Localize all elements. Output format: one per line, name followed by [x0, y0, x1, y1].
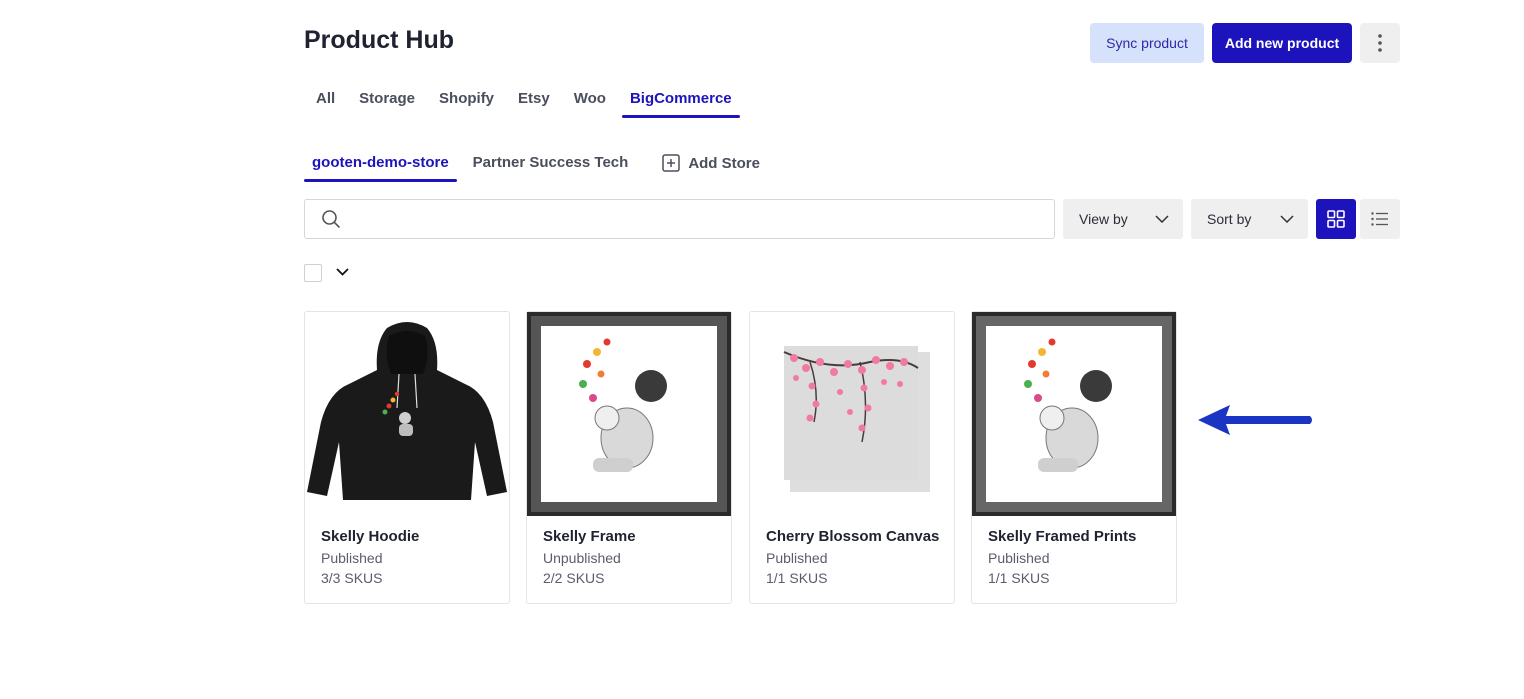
tab-all[interactable]: All — [308, 88, 343, 118]
chevron-down-icon — [335, 268, 349, 276]
framed-print-image — [972, 312, 1176, 516]
sort-by-dropdown[interactable]: Sort by — [1191, 199, 1308, 239]
product-card[interactable]: Skelly Framed Prints Published 1/1 SKUS — [971, 311, 1177, 604]
search-box — [304, 199, 1055, 239]
chevron-down-icon — [1280, 215, 1294, 223]
product-skus: 3/3 SKUS — [321, 570, 383, 586]
list-icon — [1371, 212, 1388, 226]
product-skus: 1/1 SKUS — [988, 570, 1050, 586]
view-by-dropdown[interactable]: View by — [1063, 199, 1183, 239]
product-status: Published — [766, 550, 828, 566]
tab-shopify[interactable]: Shopify — [431, 88, 502, 118]
hoodie-image — [307, 322, 507, 500]
store-tab-gooten-demo-store[interactable]: gooten-demo-store — [304, 152, 457, 182]
channel-tabs: All Storage Shopify Etsy Woo BigCommerce — [304, 88, 744, 120]
product-status: Published — [988, 550, 1050, 566]
arrow-left-icon — [1198, 405, 1312, 435]
product-card[interactable]: Cherry Blossom Canvas Published 1/1 SKUS — [749, 311, 955, 604]
sync-product-button[interactable]: Sync product — [1090, 23, 1204, 63]
store-tabs: gooten-demo-store Partner Success Tech A… — [304, 152, 768, 182]
product-name: Skelly Hoodie — [321, 528, 420, 545]
tab-bigcommerce[interactable]: BigCommerce — [621, 88, 740, 118]
product-status: Published — [321, 550, 383, 566]
search-icon — [321, 209, 345, 229]
plus-square-icon — [662, 154, 681, 172]
search-input[interactable] — [355, 199, 1054, 239]
product-thumbnail — [750, 312, 954, 516]
sort-by-label: Sort by — [1207, 211, 1252, 227]
select-all-checkbox[interactable] — [304, 264, 322, 282]
select-options-chevron[interactable] — [334, 264, 350, 280]
product-skus: 1/1 SKUS — [766, 570, 828, 586]
add-new-product-button[interactable]: Add new product — [1212, 23, 1352, 63]
product-name: Cherry Blossom Canvas — [766, 528, 940, 545]
product-status: Unpublished — [543, 550, 621, 566]
page-title: Product Hub — [304, 26, 454, 54]
store-tab-partner-success-tech[interactable]: Partner Success Tech — [465, 152, 637, 182]
view-by-label: View by — [1079, 211, 1128, 227]
tab-etsy[interactable]: Etsy — [510, 88, 558, 118]
canvas-image — [750, 312, 954, 516]
kebab-menu-icon — [1378, 34, 1382, 52]
product-card[interactable]: Skelly Hoodie Published 3/3 SKUS — [304, 311, 510, 604]
product-name: Skelly Framed Prints — [988, 528, 1137, 545]
product-skus: 2/2 SKUS — [543, 570, 605, 586]
list-view-button[interactable] — [1360, 199, 1400, 239]
product-thumbnail — [972, 312, 1176, 516]
add-store-label: Add Store — [688, 154, 760, 172]
grid-view-button[interactable] — [1316, 199, 1356, 239]
product-name: Skelly Frame — [543, 528, 636, 545]
more-options-button[interactable] — [1360, 23, 1400, 63]
grid-icon — [1327, 210, 1345, 228]
product-thumbnail — [305, 312, 509, 516]
chevron-down-icon — [1155, 215, 1169, 223]
tab-storage[interactable]: Storage — [351, 88, 423, 118]
add-store-button[interactable]: Add Store — [654, 152, 768, 172]
framed-print-image — [527, 312, 731, 516]
product-card[interactable]: Skelly Frame Unpublished 2/2 SKUS — [526, 311, 732, 604]
product-thumbnail — [527, 312, 731, 516]
tab-woo[interactable]: Woo — [566, 88, 614, 118]
